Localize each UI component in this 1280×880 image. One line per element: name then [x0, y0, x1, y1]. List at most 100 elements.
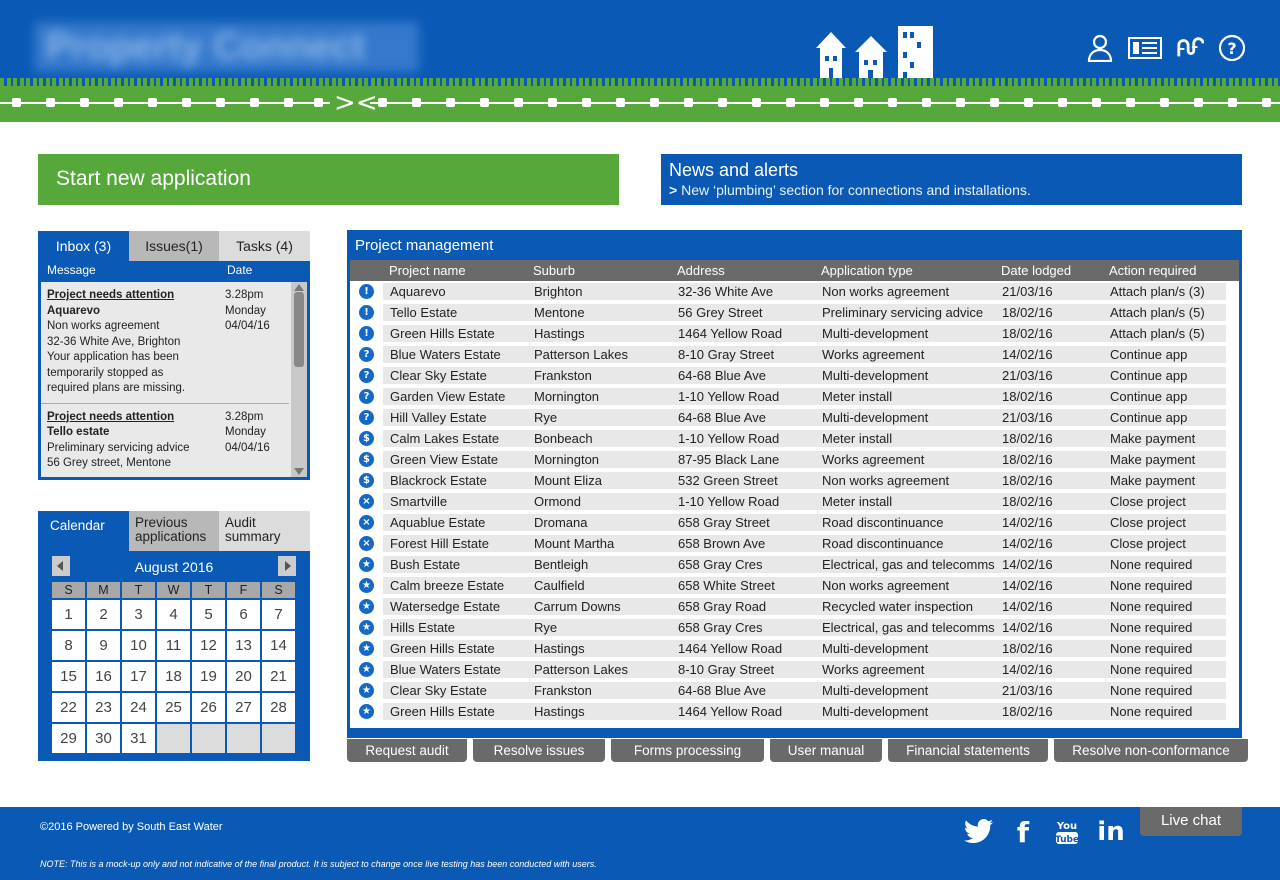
tab-previous-applications[interactable]: Previous applications	[129, 511, 219, 551]
start-application-button[interactable]: Start new application	[38, 154, 619, 205]
calendar-day[interactable]: 17	[122, 662, 155, 691]
scroll-up-icon[interactable]	[294, 284, 304, 291]
col-suburb[interactable]: Suburb	[533, 263, 575, 278]
help-icon[interactable]: ?	[1218, 34, 1246, 62]
message-list[interactable]: Project needs attention Aquarevo Non wor…	[41, 282, 307, 477]
calendar-day[interactable]: 10	[122, 631, 155, 660]
calendar-day[interactable]: 8	[52, 631, 85, 660]
calendar-day[interactable]: 2	[87, 600, 120, 629]
calendar-day[interactable]: 26	[192, 693, 225, 722]
scroll-thumb[interactable]	[294, 292, 304, 367]
user-icon[interactable]	[1086, 34, 1114, 62]
calendar-day[interactable]: 19	[192, 662, 225, 691]
project-name-cell: Clear Sky Estate	[390, 368, 487, 383]
twitter-icon[interactable]	[964, 817, 994, 847]
address-cell: 64-68 Blue Ave	[678, 410, 766, 425]
tab-inbox[interactable]: Inbox (3)	[38, 231, 129, 261]
suburb-cell: Mount Martha	[534, 536, 615, 551]
calendar-day[interactable]: 21	[262, 662, 295, 691]
facebook-icon[interactable]: f	[1008, 816, 1038, 849]
message-item[interactable]: Project needs attention Aquarevo Non wor…	[41, 282, 289, 404]
youtube-icon[interactable]: You Tube	[1052, 817, 1082, 847]
table-row[interactable]: ★ Watersedge Estate Carrum Downs 658 Gray R…	[350, 596, 1239, 617]
live-chat-button[interactable]: Live chat	[1140, 807, 1242, 836]
resolve-non-conformance-button[interactable]: Resolve non-conformance	[1054, 739, 1248, 762]
tab-tasks[interactable]: Tasks (4)	[219, 231, 310, 261]
calendar-day[interactable]: 14	[262, 631, 295, 660]
table-row[interactable]: $ Blackrock Estate Mount Eliza 532 Green St…	[350, 470, 1239, 491]
table-row[interactable]: × Forest Hill Estate Mount Martha 658 Brown…	[350, 533, 1239, 554]
path-dot	[1058, 98, 1067, 107]
col-project-name[interactable]: Project name	[389, 263, 466, 278]
calendar-day[interactable]: 3	[122, 600, 155, 629]
suburb-cell: Mornington	[534, 452, 600, 467]
next-month-button[interactable]	[278, 556, 296, 576]
table-row[interactable]: ? Blue Waters Estate Patterson Lakes 8-10 G…	[350, 344, 1239, 365]
table-row[interactable]: × Aquablue Estate Dromana 658 Gray Street Ro…	[350, 512, 1239, 533]
action-required-cell: Attach plan/s (5)	[1110, 326, 1205, 341]
calendar-day[interactable]: 12	[192, 631, 225, 660]
table-row[interactable]: $ Green View Estate Mornington 87-95 Black …	[350, 449, 1239, 470]
table-row[interactable]: ★ Calm breeze Estate Caulfield 658 White St…	[350, 575, 1239, 596]
news-item[interactable]: > New ‘plumbing’ section for connections…	[669, 181, 1234, 199]
calendar-day[interactable]: 11	[157, 631, 190, 660]
table-row[interactable]: ★ Bush Estate Bentleigh 658 Gray Cres Electr…	[350, 554, 1239, 575]
table-row[interactable]: × Smartville Ormond 1-10 Yellow Road Meter i…	[350, 491, 1239, 512]
table-row[interactable]: ? Garden View Estate Mornington 1-10 Yellow…	[350, 386, 1239, 407]
message-scrollbar[interactable]	[291, 282, 307, 477]
table-row[interactable]: ★ Blue Waters Estate Patterson Lakes 8-10 G…	[350, 659, 1239, 680]
calendar-day[interactable]: 4	[157, 600, 190, 629]
row-background	[383, 556, 1226, 573]
calendar-day[interactable]: 30	[87, 724, 120, 753]
dashboard-icon[interactable]	[1128, 34, 1162, 62]
suburb-cell: Rye	[534, 410, 558, 425]
forms-processing-button[interactable]: Forms processing	[611, 739, 764, 762]
calendar-day[interactable]: 18	[157, 662, 190, 691]
table-row[interactable]: ! Aquarevo Brighton 32-36 White Ave Non work…	[350, 281, 1239, 302]
table-row[interactable]: ★ Green Hills Estate Hastings 1464 Yellow R…	[350, 701, 1239, 722]
calendar-day[interactable]: 22	[52, 693, 85, 722]
calendar-day[interactable]: 9	[87, 631, 120, 660]
calendar-day[interactable]: 7	[262, 600, 295, 629]
scroll-down-icon[interactable]	[294, 468, 304, 475]
user-manual-button[interactable]: User manual	[770, 739, 882, 762]
calendar-day[interactable]: 1	[52, 600, 85, 629]
linkedin-icon[interactable]: in	[1096, 817, 1126, 847]
col-application-type[interactable]: Application type	[821, 263, 913, 278]
tab-audit-summary[interactable]: Audit summary	[219, 511, 310, 551]
water-icon[interactable]	[1176, 34, 1204, 62]
table-row[interactable]: ★ Hills Estate Rye 658 Gray Cres Electrical,…	[350, 617, 1239, 638]
col-action-required[interactable]: Action required	[1109, 263, 1196, 278]
table-row[interactable]: ! Green Hills Estate Hastings 1464 Yellow R…	[350, 323, 1239, 344]
site-logo[interactable]: Property Connect	[34, 22, 419, 72]
financial-statements-button[interactable]: Financial statements	[888, 739, 1048, 762]
table-row[interactable]: ! Tello Estate Mentone 56 Grey Street Prelim…	[350, 302, 1239, 323]
table-row[interactable]: ★ Green Hills Estate Hastings 1464 Yellow R…	[350, 638, 1239, 659]
calendar-day[interactable]: 13	[227, 631, 260, 660]
calendar-day[interactable]: 23	[87, 693, 120, 722]
table-row[interactable]: ? Hill Valley Estate Rye 64-68 Blue Ave Mult…	[350, 407, 1239, 428]
message-item[interactable]: Project needs attention Tello estate Pre…	[41, 404, 289, 478]
calendar-day[interactable]: 6	[227, 600, 260, 629]
tab-issues[interactable]: Issues(1)	[129, 231, 219, 261]
calendar-day[interactable]: 27	[227, 693, 260, 722]
tab-calendar[interactable]: Calendar	[38, 511, 129, 551]
calendar-day[interactable]: 29	[52, 724, 85, 753]
calendar-day[interactable]: 5	[192, 600, 225, 629]
col-date-lodged[interactable]: Date lodged	[1001, 263, 1071, 278]
calendar-day[interactable]: 31	[122, 724, 155, 753]
calendar-day[interactable]: 15	[52, 662, 85, 691]
table-row[interactable]: $ Calm Lakes Estate Bonbeach 1-10 Yellow Ro…	[350, 428, 1239, 449]
table-row[interactable]: ★ Clear Sky Estate Frankston 64-68 Blue Ave…	[350, 680, 1239, 701]
resolve-issues-button[interactable]: Resolve issues	[473, 739, 605, 762]
calendar-day[interactable]: 28	[262, 693, 295, 722]
table-row[interactable]: ? Clear Sky Estate Frankston 64-68 Blue Ave…	[350, 365, 1239, 386]
prev-month-button[interactable]	[52, 556, 70, 576]
calendar-day[interactable]: 24	[122, 693, 155, 722]
col-address[interactable]: Address	[677, 263, 725, 278]
request-audit-button[interactable]: Request audit	[347, 739, 467, 762]
calendar-day[interactable]: 16	[87, 662, 120, 691]
project-name-cell: Green Hills Estate	[390, 641, 495, 656]
calendar-day[interactable]: 25	[157, 693, 190, 722]
calendar-day[interactable]: 20	[227, 662, 260, 691]
